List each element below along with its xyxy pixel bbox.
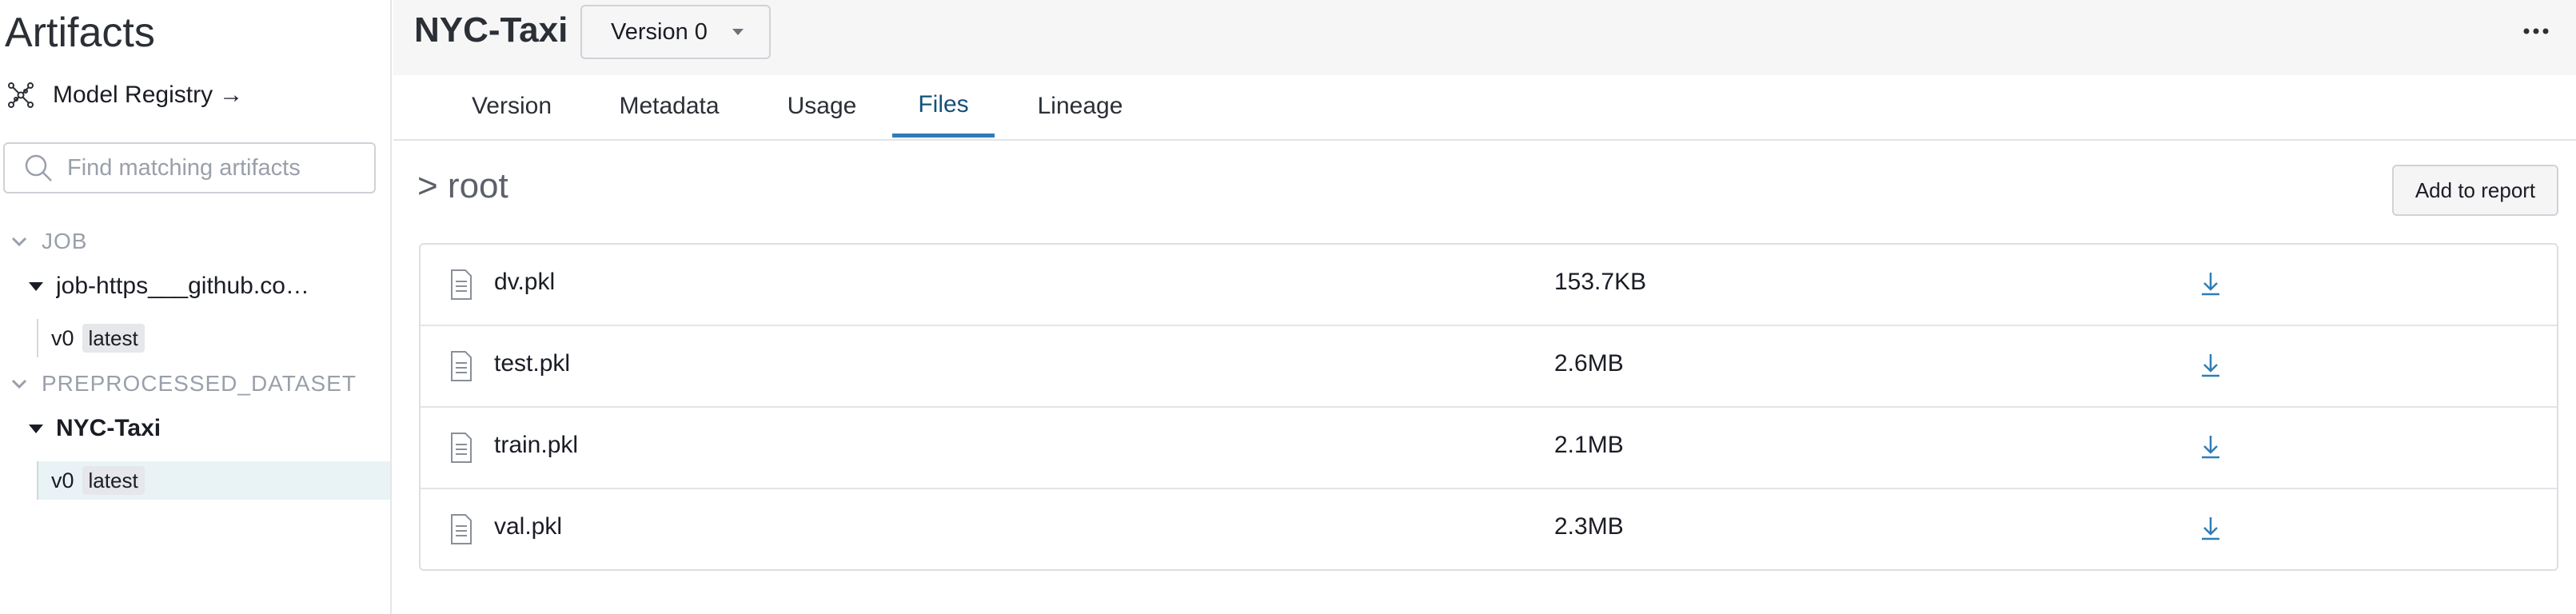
- download-icon[interactable]: [2199, 515, 2223, 542]
- model-registry-label: Model Registry: [53, 82, 213, 108]
- alias-badge: latest: [82, 324, 145, 353]
- group-label: PREPROCESSED_DATASET: [42, 371, 357, 396]
- file-size: 153.7KB: [1554, 269, 1647, 295]
- caret-down-icon: [29, 425, 43, 433]
- more-options-icon[interactable]: [2520, 19, 2552, 43]
- table-row: train.pkl 2.1MB: [421, 408, 2557, 489]
- group-header-job[interactable]: JOB: [0, 223, 87, 260]
- artifact-search[interactable]: [3, 142, 376, 193]
- tab-lineage[interactable]: Lineage: [1030, 75, 1130, 138]
- table-row: val.pkl 2.3MB: [421, 489, 2557, 569]
- version-dropdown[interactable]: Version 0: [580, 5, 771, 59]
- file-name[interactable]: train.pkl: [494, 432, 578, 459]
- search-input[interactable]: [66, 154, 357, 182]
- model-registry-icon: [8, 82, 34, 108]
- version-label: v0: [51, 468, 74, 492]
- artifact-label: NYC-Taxi: [56, 415, 161, 441]
- artifact-tabs: Version Metadata Usage Files Lineage: [393, 75, 2576, 141]
- page-title: NYC-Taxi: [414, 10, 568, 50]
- file-table: dv.pkl 153.7KB test.pkl 2.6MB train.pkl …: [419, 243, 2558, 571]
- alias-badge: latest: [82, 466, 145, 495]
- tab-usage[interactable]: Usage: [780, 75, 863, 138]
- group-label: JOB: [42, 229, 88, 253]
- group-header-preprocessed-dataset[interactable]: PREPROCESSED_DATASET: [0, 365, 357, 402]
- artifacts-app: Artifacts Model Registry → Find matching…: [0, 0, 2576, 614]
- caret-down-icon: [732, 29, 744, 35]
- version-label: v0: [51, 325, 74, 350]
- file-size: 2.6MB: [1554, 350, 1624, 377]
- file-name[interactable]: test.pkl: [494, 350, 570, 377]
- caret-down-icon: [29, 282, 43, 291]
- search-icon: [25, 154, 52, 181]
- file-size: 2.3MB: [1554, 513, 1624, 540]
- tab-version[interactable]: Version: [464, 75, 560, 138]
- sidebar-title: Artifacts: [5, 10, 155, 56]
- model-registry-link[interactable]: Model Registry →: [6, 75, 243, 115]
- arrow-right-icon: →: [219, 82, 244, 108]
- breadcrumb[interactable]: > root: [417, 166, 508, 206]
- artifact-header: NYC-Taxi Version 0: [393, 0, 2576, 75]
- file-size: 2.1MB: [1554, 432, 1624, 458]
- version-item-nyc-taxi-v0[interactable]: v0 latest: [37, 461, 390, 500]
- chevron-down-icon: [11, 379, 27, 389]
- artifact-label: job-https___github.co…: [56, 273, 309, 299]
- table-row: test.pkl 2.6MB: [421, 326, 2557, 408]
- download-icon[interactable]: [2199, 433, 2223, 460]
- chevron-down-icon: [11, 237, 27, 247]
- table-row: dv.pkl 153.7KB: [421, 245, 2557, 326]
- file-name[interactable]: dv.pkl: [494, 269, 555, 296]
- tab-files[interactable]: Files: [892, 75, 995, 138]
- file-icon: [451, 351, 472, 381]
- version-dropdown-label: Version 0: [611, 18, 708, 45]
- file-icon: [451, 269, 472, 300]
- artifact-item-job[interactable]: job-https___github.co…: [0, 265, 390, 308]
- version-item-job-v0[interactable]: v0 latest: [37, 319, 390, 357]
- file-name[interactable]: val.pkl: [494, 513, 562, 540]
- file-icon: [451, 514, 472, 544]
- add-to-report-button[interactable]: Add to report: [2392, 165, 2558, 216]
- file-icon: [451, 433, 472, 463]
- download-icon[interactable]: [2199, 352, 2223, 379]
- sidebar: Artifacts Model Registry → Find matching…: [0, 0, 392, 614]
- tab-metadata[interactable]: Metadata: [609, 75, 729, 138]
- download-icon[interactable]: [2199, 270, 2223, 297]
- artifact-item-nyc-taxi[interactable]: NYC-Taxi: [0, 407, 390, 450]
